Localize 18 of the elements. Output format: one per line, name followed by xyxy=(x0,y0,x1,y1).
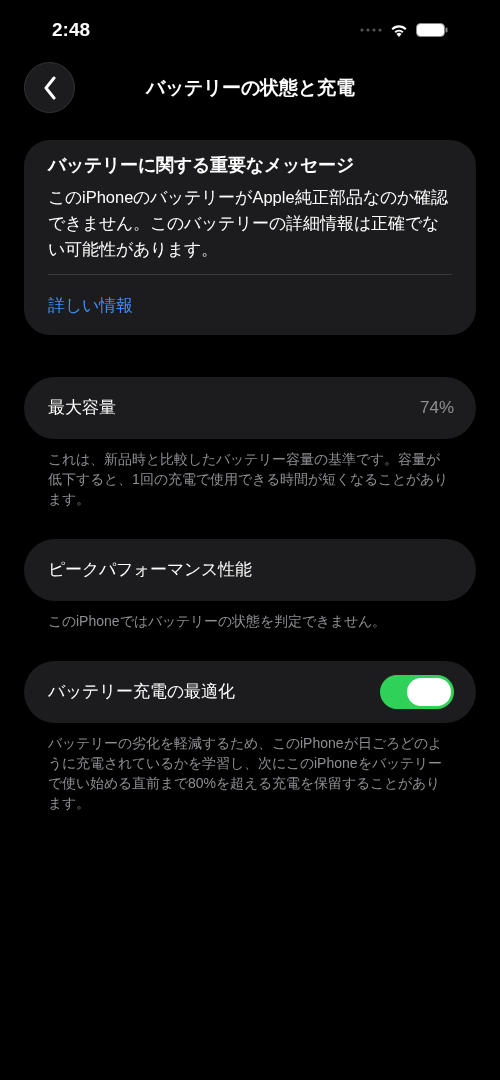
toggle-switch[interactable] xyxy=(380,674,454,709)
message-text: このiPhoneのバッテリーがApple純正部品なのか確認できません。このバッテリーの詳細情報は正確でない可能性があります。 xyxy=(48,184,452,275)
more-info-link[interactable]: 詳しい情報 xyxy=(48,293,133,319)
page-title: バッテリーの状態と充電 xyxy=(145,75,355,100)
row-label: 最大容量 xyxy=(48,396,116,419)
wifi-icon xyxy=(390,23,408,37)
row-value: 74% xyxy=(419,396,454,419)
footer-note: このiPhoneではバッテリーの状態を判定できません。 xyxy=(48,611,387,631)
back-button[interactable] xyxy=(24,62,75,113)
row-label: ピークパフォーマンス性能 xyxy=(48,558,252,581)
message-title: バッテリーに関する重要なメッセージ xyxy=(48,154,355,177)
footer-note: これは、新品時と比較したバッテリー容量の基準です。容量が低下すると、1回の充電で使用できる時間が短くなることがあります。 xyxy=(48,449,449,509)
back-icon xyxy=(42,75,57,100)
footer-note: バッテリーの劣化を軽減するため、このiPhoneが日ごろどのように充電されているかを学習し、次にこのiPhoneをバッテリーで使い始める直前まで80%を超える充電を保留することがあります。 xyxy=(48,733,443,813)
battery-icon xyxy=(416,23,448,37)
status-time: 2:48 xyxy=(52,17,91,42)
signal-icon xyxy=(360,28,382,32)
row-label: バッテリー充電の最適化 xyxy=(48,680,235,703)
